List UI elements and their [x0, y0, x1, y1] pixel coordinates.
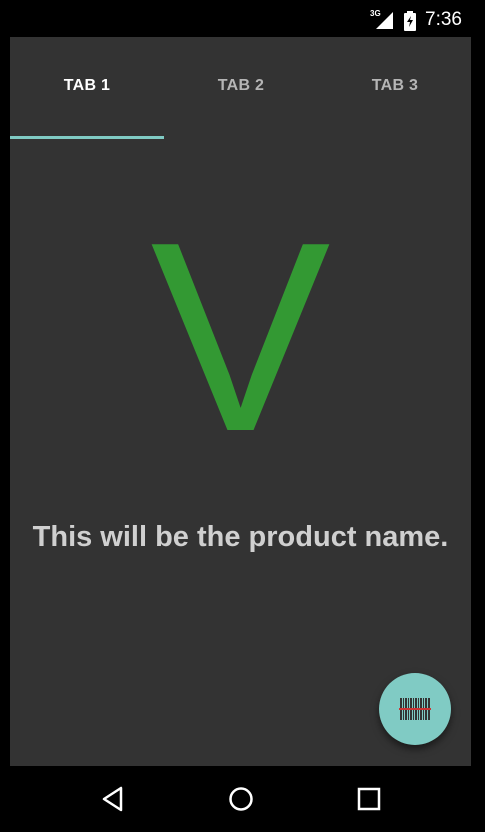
- navigation-bar: [0, 766, 485, 832]
- tab-3-label: TAB 3: [371, 77, 419, 94]
- tab-bar: TAB 1 TAB 2 TAB 3: [10, 37, 471, 140]
- status-bar: 3G 7:36: [0, 0, 485, 37]
- status-time: 7:36: [425, 9, 462, 30]
- signal-icon: 3G: [370, 9, 394, 31]
- tab-1-label: TAB 1: [63, 77, 111, 94]
- scan-barcode-button[interactable]: [379, 673, 451, 745]
- back-icon: [102, 786, 123, 812]
- tab-2-label: TAB 2: [217, 77, 265, 94]
- barcode-icon: [399, 698, 431, 720]
- home-icon: [229, 787, 253, 811]
- product-name: This will be the product name.: [32, 521, 449, 553]
- result-letter: V: [150, 187, 331, 488]
- battery-icon: [403, 11, 417, 31]
- recents-button[interactable]: [349, 779, 389, 819]
- tab-2[interactable]: TAB 2: [164, 37, 318, 140]
- tab-1[interactable]: TAB 1: [10, 37, 164, 140]
- selected-tab-indicator: [10, 136, 164, 139]
- recents-icon: [357, 787, 381, 811]
- home-button[interactable]: [221, 779, 261, 819]
- tab-3[interactable]: TAB 3: [318, 37, 471, 140]
- app-screen: TAB 1 TAB 2 TAB 3 V This will be the pro…: [10, 37, 471, 766]
- back-button[interactable]: [93, 779, 133, 819]
